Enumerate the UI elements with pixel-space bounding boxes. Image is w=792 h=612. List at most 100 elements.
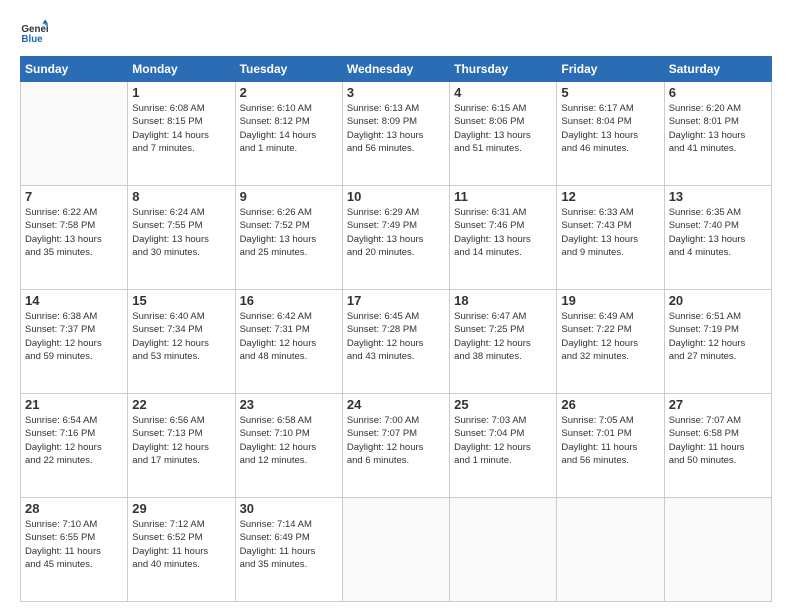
calendar-cell: 9Sunrise: 6:26 AM Sunset: 7:52 PM Daylig… <box>235 186 342 290</box>
day-info: Sunrise: 6:45 AM Sunset: 7:28 PM Dayligh… <box>347 310 445 363</box>
logo: General Blue <box>20 18 48 46</box>
day-info: Sunrise: 6:22 AM Sunset: 7:58 PM Dayligh… <box>25 206 123 259</box>
day-number: 19 <box>561 293 659 308</box>
day-number: 20 <box>669 293 767 308</box>
week-row-0: 1Sunrise: 6:08 AM Sunset: 8:15 PM Daylig… <box>21 82 772 186</box>
day-info: Sunrise: 6:38 AM Sunset: 7:37 PM Dayligh… <box>25 310 123 363</box>
calendar-cell: 17 Sunrise: 6:45 AM Sunset: 7:28 PM Dayli… <box>342 290 449 394</box>
day-info: Sunrise: 7:05 AM Sunset: 7:01 PM Dayligh… <box>561 414 659 467</box>
calendar-cell: 23 Sunrise: 6:58 AM Sunset: 7:10 PM Dayli… <box>235 394 342 498</box>
week-row-1: 7Sunrise: 6:22 AM Sunset: 7:58 PM Daylig… <box>21 186 772 290</box>
calendar-cell <box>21 82 128 186</box>
calendar-cell: 20 Sunrise: 6:51 AM Sunset: 7:19 PM Dayli… <box>664 290 771 394</box>
calendar-cell: 5 Sunrise: 6:17 AM Sunset: 8:04 PM Daylig… <box>557 82 664 186</box>
calendar-cell: 30 Sunrise: 7:14 AM Sunset: 6:49 PM Dayli… <box>235 498 342 602</box>
calendar-cell: 6 Sunrise: 6:20 AM Sunset: 8:01 PM Daylig… <box>664 82 771 186</box>
day-info: Sunrise: 6:17 AM Sunset: 8:04 PM Dayligh… <box>561 102 659 155</box>
day-info: Sunrise: 7:03 AM Sunset: 7:04 PM Dayligh… <box>454 414 552 467</box>
day-number: 23 <box>240 397 338 412</box>
day-info: Sunrise: 6:54 AM Sunset: 7:16 PM Dayligh… <box>25 414 123 467</box>
calendar-cell <box>450 498 557 602</box>
day-info: Sunrise: 7:00 AM Sunset: 7:07 PM Dayligh… <box>347 414 445 467</box>
weekday-header-sunday: Sunday <box>21 57 128 82</box>
day-number: 16 <box>240 293 338 308</box>
day-info: Sunrise: 6:26 AM Sunset: 7:52 PM Dayligh… <box>240 206 338 259</box>
day-number: 28 <box>25 501 123 516</box>
calendar-cell: 12Sunrise: 6:33 AM Sunset: 7:43 PM Dayli… <box>557 186 664 290</box>
day-number: 22 <box>132 397 230 412</box>
day-number: 3 <box>347 85 445 100</box>
day-info: Sunrise: 6:15 AM Sunset: 8:06 PM Dayligh… <box>454 102 552 155</box>
calendar-cell: 27 Sunrise: 7:07 AM Sunset: 6:58 PM Dayli… <box>664 394 771 498</box>
calendar-cell: 22 Sunrise: 6:56 AM Sunset: 7:13 PM Dayli… <box>128 394 235 498</box>
day-number: 1 <box>132 85 230 100</box>
weekday-header-monday: Monday <box>128 57 235 82</box>
day-number: 8 <box>132 189 230 204</box>
day-number: 30 <box>240 501 338 516</box>
day-info: Sunrise: 6:51 AM Sunset: 7:19 PM Dayligh… <box>669 310 767 363</box>
weekday-header-tuesday: Tuesday <box>235 57 342 82</box>
calendar-cell <box>342 498 449 602</box>
day-number: 15 <box>132 293 230 308</box>
calendar-cell: 15 Sunrise: 6:40 AM Sunset: 7:34 PM Dayli… <box>128 290 235 394</box>
day-number: 5 <box>561 85 659 100</box>
calendar-cell: 8 Sunrise: 6:24 AM Sunset: 7:55 PM Daylig… <box>128 186 235 290</box>
calendar-cell: 25 Sunrise: 7:03 AM Sunset: 7:04 PM Dayli… <box>450 394 557 498</box>
weekday-header-row: SundayMondayTuesdayWednesdayThursdayFrid… <box>21 57 772 82</box>
day-number: 12 <box>561 189 659 204</box>
day-info: Sunrise: 7:07 AM Sunset: 6:58 PM Dayligh… <box>669 414 767 467</box>
week-row-4: 28 Sunrise: 7:10 AM Sunset: 6:55 PM Dayli… <box>21 498 772 602</box>
calendar-cell: 10 Sunrise: 6:29 AM Sunset: 7:49 PM Dayli… <box>342 186 449 290</box>
calendar-cell <box>557 498 664 602</box>
calendar-cell: 29Sunrise: 7:12 AM Sunset: 6:52 PM Dayli… <box>128 498 235 602</box>
calendar-cell: 21 Sunrise: 6:54 AM Sunset: 7:16 PM Dayli… <box>21 394 128 498</box>
day-info: Sunrise: 6:58 AM Sunset: 7:10 PM Dayligh… <box>240 414 338 467</box>
day-number: 21 <box>25 397 123 412</box>
day-info: Sunrise: 6:42 AM Sunset: 7:31 PM Dayligh… <box>240 310 338 363</box>
calendar-cell: 13 Sunrise: 6:35 AM Sunset: 7:40 PM Dayli… <box>664 186 771 290</box>
day-number: 2 <box>240 85 338 100</box>
day-info: Sunrise: 6:35 AM Sunset: 7:40 PM Dayligh… <box>669 206 767 259</box>
day-number: 11 <box>454 189 552 204</box>
day-number: 6 <box>669 85 767 100</box>
logo-icon: General Blue <box>20 18 48 46</box>
calendar-cell: 3Sunrise: 6:13 AM Sunset: 8:09 PM Daylig… <box>342 82 449 186</box>
day-info: Sunrise: 6:40 AM Sunset: 7:34 PM Dayligh… <box>132 310 230 363</box>
page: General Blue SundayMondayTuesdayWednesda… <box>0 0 792 612</box>
day-number: 13 <box>669 189 767 204</box>
day-info: Sunrise: 6:10 AM Sunset: 8:12 PM Dayligh… <box>240 102 338 155</box>
day-number: 27 <box>669 397 767 412</box>
day-number: 24 <box>347 397 445 412</box>
day-info: Sunrise: 6:49 AM Sunset: 7:22 PM Dayligh… <box>561 310 659 363</box>
calendar-cell: 16 Sunrise: 6:42 AM Sunset: 7:31 PM Dayli… <box>235 290 342 394</box>
day-info: Sunrise: 6:56 AM Sunset: 7:13 PM Dayligh… <box>132 414 230 467</box>
weekday-header-wednesday: Wednesday <box>342 57 449 82</box>
weekday-header-friday: Friday <box>557 57 664 82</box>
day-info: Sunrise: 7:12 AM Sunset: 6:52 PM Dayligh… <box>132 518 230 571</box>
calendar-cell: 1Sunrise: 6:08 AM Sunset: 8:15 PM Daylig… <box>128 82 235 186</box>
calendar-cell: 24 Sunrise: 7:00 AM Sunset: 7:07 PM Dayli… <box>342 394 449 498</box>
svg-text:Blue: Blue <box>21 34 43 45</box>
day-info: Sunrise: 7:14 AM Sunset: 6:49 PM Dayligh… <box>240 518 338 571</box>
weekday-header-saturday: Saturday <box>664 57 771 82</box>
calendar-cell: 14 Sunrise: 6:38 AM Sunset: 7:37 PM Dayli… <box>21 290 128 394</box>
calendar-cell: 4Sunrise: 6:15 AM Sunset: 8:06 PM Daylig… <box>450 82 557 186</box>
day-number: 18 <box>454 293 552 308</box>
calendar-cell: 28 Sunrise: 7:10 AM Sunset: 6:55 PM Dayli… <box>21 498 128 602</box>
day-number: 25 <box>454 397 552 412</box>
day-info: Sunrise: 7:10 AM Sunset: 6:55 PM Dayligh… <box>25 518 123 571</box>
day-number: 17 <box>347 293 445 308</box>
calendar-cell: 11 Sunrise: 6:31 AM Sunset: 7:46 PM Dayli… <box>450 186 557 290</box>
day-number: 14 <box>25 293 123 308</box>
day-info: Sunrise: 6:20 AM Sunset: 8:01 PM Dayligh… <box>669 102 767 155</box>
calendar-cell: 7Sunrise: 6:22 AM Sunset: 7:58 PM Daylig… <box>21 186 128 290</box>
day-info: Sunrise: 6:29 AM Sunset: 7:49 PM Dayligh… <box>347 206 445 259</box>
calendar-cell: 2 Sunrise: 6:10 AM Sunset: 8:12 PM Daylig… <box>235 82 342 186</box>
day-info: Sunrise: 6:31 AM Sunset: 7:46 PM Dayligh… <box>454 206 552 259</box>
calendar-cell <box>664 498 771 602</box>
day-info: Sunrise: 6:24 AM Sunset: 7:55 PM Dayligh… <box>132 206 230 259</box>
calendar-table: SundayMondayTuesdayWednesdayThursdayFrid… <box>20 56 772 602</box>
week-row-2: 14 Sunrise: 6:38 AM Sunset: 7:37 PM Dayli… <box>21 290 772 394</box>
header: General Blue <box>20 18 772 46</box>
day-number: 10 <box>347 189 445 204</box>
